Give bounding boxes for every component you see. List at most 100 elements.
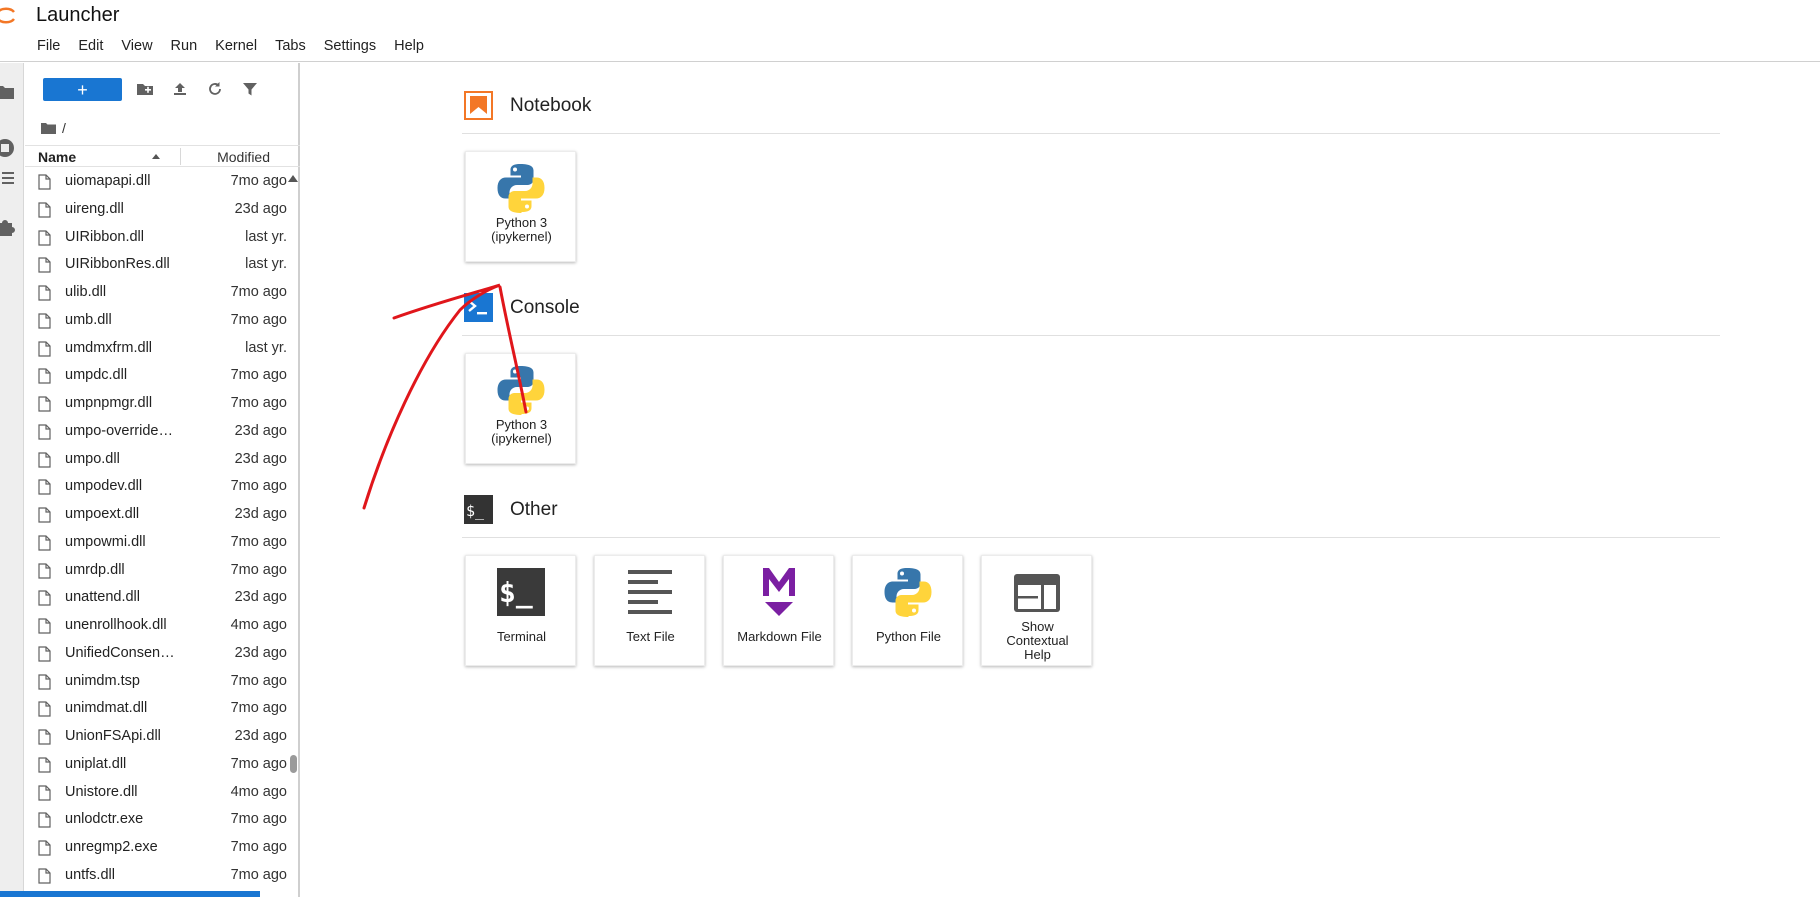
menu-kernel[interactable]: Kernel	[206, 36, 266, 56]
notebook-python3-card[interactable]: Python 3 (ipykernel)	[465, 151, 576, 262]
file-row[interactable]: umpo-override… 23d ago	[25, 418, 287, 446]
file-row[interactable]: unlodctr.exe 7mo ago	[25, 806, 287, 834]
file-row[interactable]: umb.dll 7mo ago	[25, 307, 287, 335]
console-icon	[464, 293, 493, 322]
menu-tabs[interactable]: Tabs	[266, 36, 315, 56]
console-python3-card[interactable]: Python 3 (ipykernel)	[465, 353, 576, 464]
new-folder-icon[interactable]	[136, 80, 154, 98]
file-row[interactable]: umpo.dll 23d ago	[25, 446, 287, 474]
extension-puzzle-icon[interactable]	[0, 216, 16, 238]
menu-edit[interactable]: Edit	[69, 36, 112, 56]
markdown-file-card[interactable]: Markdown File	[723, 555, 834, 666]
file-list: uiomapapi.dll 7mo ago uireng.dll 23d ago UIR…	[25, 168, 287, 897]
jupyter-logo-icon	[0, 7, 15, 24]
file-modified: 4mo ago	[230, 783, 287, 800]
file-icon	[38, 479, 51, 495]
menu-file[interactable]: File	[28, 36, 69, 56]
card-label: Python 3 (ipykernel)	[491, 417, 552, 446]
file-row[interactable]: UIRibbon.dll last yr.	[25, 224, 287, 252]
filter-icon[interactable]	[241, 80, 259, 98]
file-icon	[38, 729, 51, 745]
file-row[interactable]: unimdm.tsp 7mo ago	[25, 668, 287, 696]
file-row[interactable]: ulib.dll 7mo ago	[25, 279, 287, 307]
python-file-card[interactable]: Python File	[852, 555, 963, 666]
column-header-modified[interactable]: Modified	[217, 149, 270, 165]
activity-bar	[0, 63, 24, 897]
file-list-scrollbar[interactable]	[287, 168, 300, 897]
folder-icon[interactable]	[0, 81, 16, 103]
menu-run[interactable]: Run	[162, 36, 207, 56]
upload-icon[interactable]	[171, 80, 189, 98]
file-modified: 23d ago	[234, 644, 287, 661]
file-name: unenrollhook.dll	[65, 617, 167, 633]
file-row[interactable]: untfs.dll 7mo ago	[25, 862, 287, 890]
text-file-card[interactable]: Text File	[594, 555, 705, 666]
file-row[interactable]: uniplat.dll 7mo ago	[25, 751, 287, 779]
file-icon	[38, 784, 51, 801]
breadcrumb-root[interactable]: /	[62, 120, 66, 136]
file-row[interactable]: Unistore.dll 4mo ago	[25, 779, 287, 807]
file-row[interactable]: unenrollhook.dll 4mo ago	[25, 612, 287, 640]
file-modified: 23d ago	[234, 728, 287, 744]
refresh-icon[interactable]	[206, 80, 224, 98]
notebook-section: Notebook Python 3 (ipykernel)	[462, 86, 1720, 264]
file-row[interactable]: unimdmat.dll 7mo ago	[25, 695, 287, 723]
file-name: uiomapapi.dll	[65, 173, 151, 189]
file-row[interactable]: umpowmi.dll 7mo ago	[25, 529, 287, 557]
file-row[interactable]: UnifiedConsen… 23d ago	[25, 640, 287, 668]
file-modified: 7mo ago	[230, 561, 287, 578]
file-row[interactable]: umpdc.dll 7mo ago	[25, 362, 287, 390]
file-modified: 7mo ago	[230, 811, 287, 828]
column-divider[interactable]	[180, 148, 181, 165]
file-row[interactable]: UIRibbonRes.dll last yr.	[25, 251, 287, 279]
section-header: Console	[462, 288, 1720, 336]
file-row[interactable]: unattend.dll 23d ago	[25, 584, 287, 612]
menu-settings[interactable]: Settings	[315, 36, 385, 56]
section-header: Notebook	[462, 86, 1720, 134]
card-grid: $_ Terminal Text File Markdown File Pyth…	[462, 538, 1720, 668]
file-modified: 7mo ago	[230, 284, 287, 300]
file-row[interactable]: umpoext.dll 23d ago	[25, 501, 287, 529]
terminal-card[interactable]: $_ Terminal	[465, 555, 576, 666]
console-section: Console Python 3 (ipykernel)	[462, 288, 1720, 466]
file-icon	[38, 257, 51, 273]
new-launcher-button[interactable]: +	[43, 78, 122, 101]
scrollbar-thumb[interactable]	[290, 755, 297, 773]
terminal-prompt-icon: $_	[464, 495, 493, 524]
file-name: UnifiedConsen…	[65, 644, 175, 661]
selected-file-row[interactable]	[0, 891, 260, 897]
file-name: umpodev.dll	[65, 478, 143, 495]
file-icon	[38, 368, 51, 384]
file-row[interactable]: UnionFSApi.dll 23d ago	[25, 723, 287, 751]
file-icon	[38, 646, 51, 662]
file-row[interactable]: umrdp.dll 7mo ago	[25, 557, 287, 585]
file-row[interactable]: umpodev.dll 7mo ago	[25, 473, 287, 501]
file-name: UIRibbon.dll	[65, 228, 144, 245]
file-name: UnionFSApi.dll	[65, 728, 161, 744]
terminal-icon: $_	[497, 568, 545, 616]
file-modified: 7mo ago	[230, 533, 287, 550]
file-name: unattend.dll	[65, 589, 140, 606]
menu-help[interactable]: Help	[385, 36, 433, 56]
menu-view[interactable]: View	[112, 36, 161, 56]
running-sessions-icon[interactable]	[0, 137, 16, 159]
folder-icon[interactable]	[41, 122, 56, 134]
file-modified: 23d ago	[234, 506, 287, 522]
app-title: Launcher	[36, 4, 120, 26]
file-row[interactable]: umdmxfrm.dll last yr.	[25, 335, 287, 363]
scroll-up-arrow-icon[interactable]	[288, 175, 298, 182]
column-header-name[interactable]: Name	[38, 149, 76, 165]
file-modified: 7mo ago	[230, 311, 287, 328]
table-of-contents-icon[interactable]	[0, 167, 16, 189]
file-row[interactable]: uireng.dll 23d ago	[25, 196, 287, 224]
contextual-help-card[interactable]: Show Contextual Help	[981, 555, 1092, 666]
file-row[interactable]: unregmp2.exe 7mo ago	[25, 834, 287, 862]
top-bar: Launcher File Edit View Run Kernel Tabs …	[0, 0, 1820, 62]
file-list-header: Name Modified	[25, 145, 300, 167]
file-row[interactable]: uiomapapi.dll 7mo ago	[25, 168, 287, 196]
file-row[interactable]: umpnpmgr.dll 7mo ago	[25, 390, 287, 418]
file-name: unregmp2.exe	[65, 839, 158, 855]
file-icon	[38, 507, 51, 523]
file-name: umpo.dll	[65, 450, 120, 467]
file-name: umdmxfrm.dll	[65, 339, 153, 356]
